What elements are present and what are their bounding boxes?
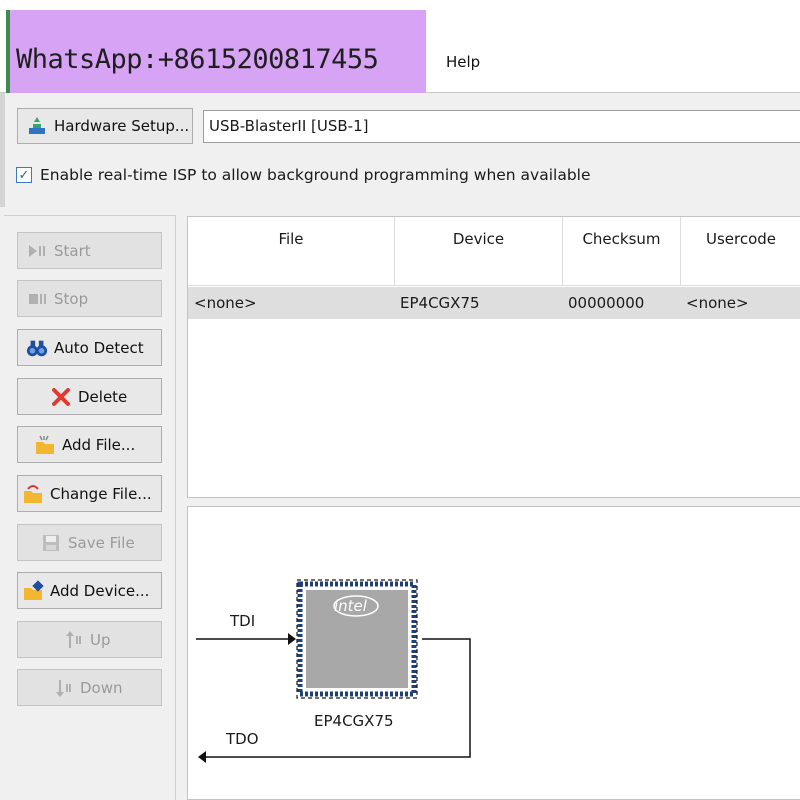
intel-logo: intel	[334, 597, 367, 615]
jtag-chain-graphic	[196, 579, 471, 763]
tdi-arrowhead	[288, 633, 296, 645]
tdo-label: TDO	[226, 730, 259, 748]
chip-name-label[interactable]: EP4CGX75	[314, 712, 394, 730]
tdi-label: TDI	[230, 612, 256, 630]
tdo-arrowhead	[198, 751, 206, 763]
